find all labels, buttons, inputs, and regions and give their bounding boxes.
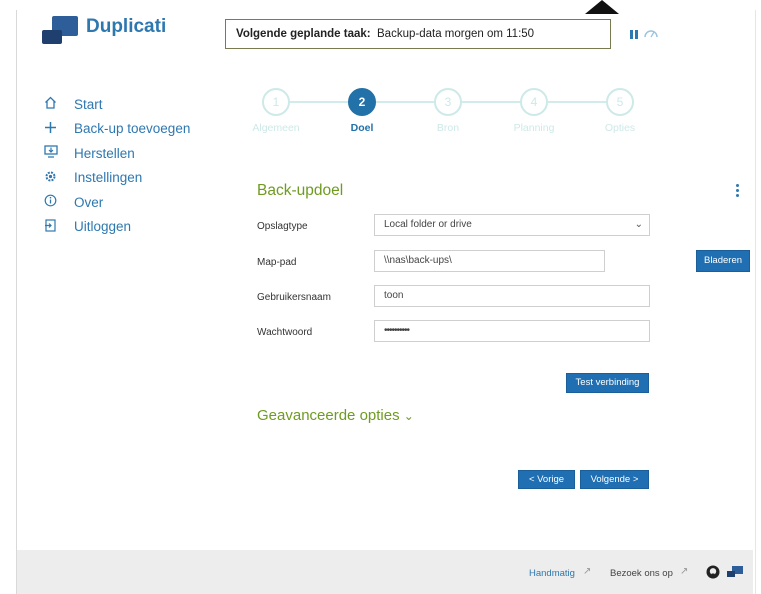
more-options-icon[interactable]: [736, 184, 740, 198]
sidebar-item-label: Start: [74, 96, 103, 112]
step-number: 5: [606, 88, 634, 116]
wizard-step-general[interactable]: 1 Algemeen: [252, 88, 300, 134]
visit-us-label: Bezoek ons op: [610, 568, 673, 579]
next-button[interactable]: Volgende >: [580, 470, 649, 489]
wizard-steps: 1 Algemeen 2 Doel 3 Bron 4 Planning 5 Op…: [252, 88, 642, 138]
sidebar-item-label: Instellingen: [74, 170, 143, 186]
step-connector: [548, 101, 606, 103]
step-label: Algemeen: [252, 122, 300, 134]
step-label: Opties: [604, 122, 636, 134]
home-icon: [44, 96, 74, 112]
speed-icon[interactable]: [643, 28, 659, 38]
step-connector: [290, 101, 348, 103]
section-title: Back-updoel: [257, 182, 344, 199]
step-number: 2: [348, 88, 376, 116]
wizard-step-destination[interactable]: 2 Doel: [348, 88, 376, 134]
step-number: 1: [262, 88, 290, 116]
duplicati-logo[interactable]: [42, 16, 78, 46]
gear-icon: [44, 170, 74, 186]
path-label: Map-pad: [257, 257, 297, 268]
schedule-label: Volgende geplande taak:: [236, 28, 371, 40]
github-icon[interactable]: [706, 565, 720, 579]
external-link-icon: ↗: [680, 566, 689, 577]
advanced-options-toggle[interactable]: Geavanceerde opties ⌄: [257, 407, 414, 424]
external-link-icon: ↗: [583, 566, 592, 577]
advanced-options-label: Geavanceerde opties: [257, 407, 400, 424]
sidebar-item-about[interactable]: Over: [44, 190, 190, 215]
step-connector: [462, 101, 520, 103]
sidebar-item-label: Over: [74, 194, 104, 210]
storage-type-label: Opslagtype: [257, 221, 308, 232]
manual-link[interactable]: Handmatig: [529, 568, 575, 579]
app-title[interactable]: Duplicati: [86, 16, 166, 38]
step-number: 4: [520, 88, 548, 116]
browse-button[interactable]: Bladeren: [696, 250, 750, 272]
step-label: Bron: [436, 122, 460, 134]
step-label: Planning: [513, 122, 555, 134]
logout-icon: [44, 219, 74, 235]
next-scheduled-task: Volgende geplande taak: Backup-data morg…: [225, 19, 611, 49]
wizard-step-schedule[interactable]: 4 Planning: [514, 88, 554, 134]
sidebar-item-add-backup[interactable]: Back-up toevoegen: [44, 117, 190, 142]
username-input[interactable]: toon: [374, 285, 650, 307]
mouse-cursor: [585, 0, 619, 14]
sidebar-item-restore[interactable]: Herstellen: [44, 141, 190, 166]
chevron-down-icon: ⌄: [403, 409, 414, 423]
sidebar-item-settings[interactable]: Instellingen: [44, 166, 190, 191]
password-input[interactable]: ••••••••••: [374, 320, 650, 342]
schedule-value: Backup-data morgen om 11:50: [377, 28, 535, 40]
info-icon: [44, 194, 74, 210]
step-connector: [376, 101, 434, 103]
pause-icon[interactable]: [630, 30, 638, 39]
wizard-step-options[interactable]: 5 Opties: [605, 88, 635, 134]
sidebar: Start Back-up toevoegen Herstellen Inste…: [44, 92, 190, 239]
sidebar-item-logout[interactable]: Uitloggen: [44, 215, 190, 240]
password-label: Wachtwoord: [257, 327, 313, 338]
sidebar-item-label: Uitloggen: [74, 219, 132, 235]
sidebar-item-start[interactable]: Start: [44, 92, 190, 117]
sidebar-item-label: Back-up toevoegen: [74, 121, 191, 137]
wizard-step-source[interactable]: 3 Bron: [434, 88, 462, 134]
plus-icon: [44, 121, 74, 137]
previous-button[interactable]: < Vorige: [518, 470, 575, 489]
sidebar-item-label: Herstellen: [74, 145, 135, 161]
chevron-down-icon: ⌄: [634, 219, 643, 230]
path-input[interactable]: \\nas\back-ups\: [374, 250, 605, 272]
storage-type-select[interactable]: Local folder or drive ⌄: [374, 214, 650, 236]
username-label: Gebruikersnaam: [257, 292, 331, 303]
storage-type-value: Local folder or drive: [384, 219, 472, 230]
step-label: Doel: [350, 122, 374, 134]
duplicati-icon[interactable]: [727, 566, 743, 578]
step-number: 3: [434, 88, 462, 116]
test-connection-button[interactable]: Test verbinding: [566, 373, 649, 393]
restore-icon: [44, 145, 74, 161]
